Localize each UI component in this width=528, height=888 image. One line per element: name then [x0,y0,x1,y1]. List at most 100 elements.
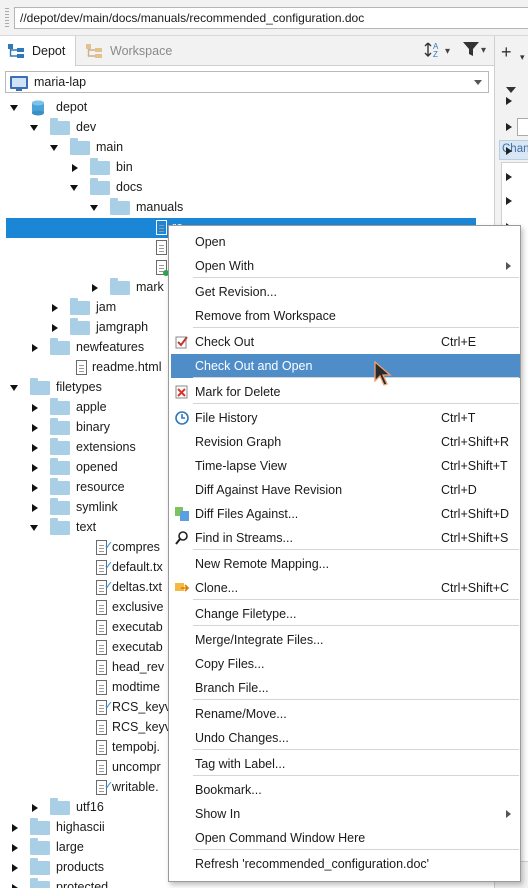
folder-icon [50,418,70,435]
expand-arrow-icon[interactable] [30,525,38,531]
expand-arrow-icon[interactable] [10,105,18,111]
context-menu: Open Open With Get Revision... Remove from … [168,225,521,882]
changes-column-header[interactable]: Chan [499,140,528,160]
tree-item-label: docs [116,180,143,194]
collapse-arrow-icon[interactable] [32,424,38,432]
menu-item-merge-integrate-files[interactable]: Merge/Integrate Files... [169,628,520,652]
menu-item-shortcut: Ctrl+Shift+T [441,459,508,473]
tree-item-label: dev [76,120,97,134]
file-icon [96,620,107,635]
tree-item-label: default.tx [112,560,163,574]
sort-az-icon: AZ [424,40,444,63]
filter-button[interactable]: ▾ [462,40,486,61]
panel-input[interactable] [517,118,528,136]
menu-item-branch-file[interactable]: Branch File... [169,676,520,700]
menu-item-file-history[interactable]: File History Ctrl+T [169,406,520,430]
tree-item-label: executab [112,640,163,654]
collapse-arrow-icon[interactable] [92,284,98,292]
menu-item-open-command-window-here[interactable]: Open Command Window Here [169,826,520,850]
file-icon [96,660,107,675]
add-icon[interactable]: + [501,42,512,63]
menu-item-mark-for-delete[interactable]: Mark for Delete [169,380,520,404]
menu-item-change-filetype[interactable]: Change Filetype... [169,602,520,626]
tree-folder-row[interactable]: bin [0,158,494,178]
menu-item-diff-files-against[interactable]: Diff Files Against... Ctrl+Shift+D [169,502,520,526]
menu-item-check-out-and-open[interactable]: Check Out and Open [171,354,520,378]
menu-item-label: Time-lapse View [195,459,287,473]
menu-item-time-lapse-view[interactable]: Time-lapse View Ctrl+Shift+T [169,454,520,478]
expand-arrow-icon[interactable] [506,197,512,205]
expand-arrow-icon[interactable] [506,97,512,105]
chevron-down-icon[interactable]: ▾ [520,52,525,63]
menu-item-label: Diff Against Have Revision [195,483,343,497]
folder-icon [50,118,70,135]
collapse-arrow-icon[interactable] [52,304,58,312]
sort-button[interactable]: AZ ▾ [424,40,450,63]
tab-workspace[interactable]: Workspace [78,36,180,66]
menu-item-refresh-recommended-configuration-doc[interactable]: Refresh 'recommended_configuration.doc' [169,852,520,876]
submenu-arrow-icon [506,810,511,818]
menu-item-check-out[interactable]: Check Out Ctrl+E [169,330,520,354]
collapse-arrow-icon[interactable] [72,164,78,172]
menu-item-remove-from-workspace[interactable]: Remove from Workspace [169,304,520,328]
workspace-row: maria-lap [0,66,494,98]
collapse-arrow-icon[interactable] [32,404,38,412]
file-icon [76,360,87,375]
menu-item-rename-move[interactable]: Rename/Move... [169,702,520,726]
collapse-arrow-icon[interactable] [12,824,18,832]
menu-item-shortcut: Ctrl+Shift+S [441,531,509,545]
expand-arrow-icon[interactable] [10,385,18,391]
collapse-arrow-icon[interactable] [32,444,38,452]
collapse-arrow-icon[interactable] [32,484,38,492]
expand-arrow-icon[interactable] [90,205,98,211]
tree-folder-row[interactable]: docs [0,178,494,198]
computer-icon [10,75,28,91]
menu-item-clone[interactable]: Clone... Ctrl+Shift+C [169,576,520,600]
tree-folder-row[interactable]: manuals [0,198,494,218]
collapse-arrow-icon[interactable] [32,344,38,352]
workspace-select[interactable]: maria-lap [5,71,489,93]
menu-item-revision-graph[interactable]: Revision Graph Ctrl+Shift+R [169,430,520,454]
menu-item-get-revision[interactable]: Get Revision... [169,280,520,304]
collapse-arrow-icon[interactable] [12,884,18,888]
menu-separator [193,403,519,404]
menu-item-new-remote-mapping[interactable]: New Remote Mapping... [169,552,520,576]
collapse-arrow-icon[interactable] [52,324,58,332]
tree-folder-row[interactable]: depot [0,98,494,118]
expand-arrow-icon[interactable] [506,123,512,131]
collapse-arrow-icon[interactable] [32,464,38,472]
tree-item-label: resource [76,480,125,494]
menu-item-label: Change Filetype... [195,607,297,621]
collapse-arrow-icon[interactable] [32,804,38,812]
expand-arrow-icon[interactable] [70,185,78,191]
tree-item-label: deltas.txt [112,580,163,594]
menu-item-label: Rename/Move... [195,707,287,721]
collapse-arrow-icon[interactable] [12,864,18,872]
menu-item-find-in-streams[interactable]: Find in Streams... Ctrl+Shift+S [169,526,520,550]
menu-item-shortcut: Ctrl+E [441,335,477,349]
depot-path-input[interactable]: //depot/dev/main/docs/manuals/recommende… [14,7,528,29]
menu-item-open[interactable]: Open [169,230,520,254]
menu-item-tag-with-label[interactable]: Tag with Label... [169,752,520,776]
tree-item-label: executab [112,620,163,634]
tree-folder-row[interactable]: main [0,138,494,158]
menu-item-copy-files[interactable]: Copy Files... [169,652,520,676]
menu-item-bookmark[interactable]: Bookmark... [169,778,520,802]
menu-separator [193,599,519,600]
tree-item-label: products [56,860,104,874]
tab-depot[interactable]: Depot [0,36,76,67]
expand-arrow-icon[interactable] [506,173,512,181]
collapse-arrow-icon[interactable] [32,504,38,512]
menu-item-open-with[interactable]: Open With [169,254,520,278]
dropdown-arrow-icon[interactable] [506,87,516,93]
menu-item-show-in[interactable]: Show In [169,802,520,826]
menu-item-diff-against-have-revision[interactable]: Diff Against Have Revision Ctrl+D [169,478,520,502]
toolbar-grip-icon[interactable] [5,8,9,28]
folder-icon [110,198,130,215]
expand-arrow-icon[interactable] [506,147,512,155]
collapse-arrow-icon[interactable] [12,844,18,852]
tree-folder-row[interactable]: dev [0,118,494,138]
menu-item-undo-changes[interactable]: Undo Changes... [169,726,520,750]
expand-arrow-icon[interactable] [50,145,58,151]
expand-arrow-icon[interactable] [30,125,38,131]
